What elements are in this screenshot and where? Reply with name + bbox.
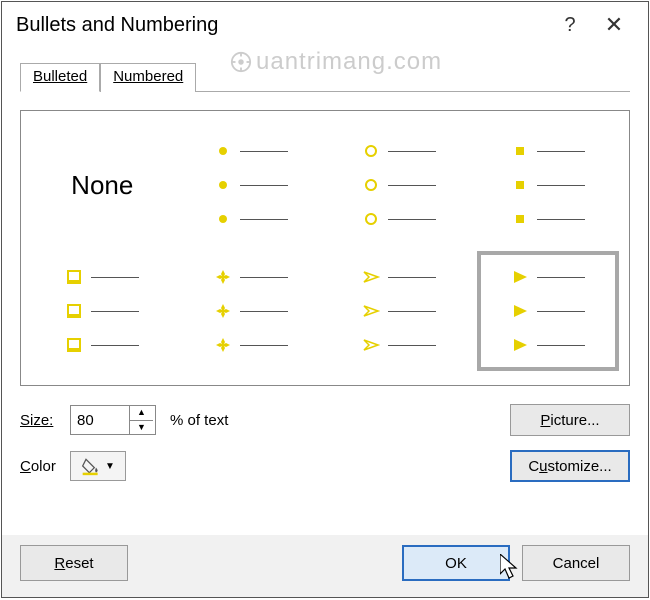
hollow-square-icon xyxy=(65,302,83,320)
size-down[interactable]: ▼ xyxy=(130,421,153,435)
circle-icon xyxy=(362,142,380,160)
bullet-option-square[interactable] xyxy=(477,125,620,245)
circle-icon xyxy=(362,210,380,228)
pct-label: % of text xyxy=(160,412,280,429)
dot-icon xyxy=(214,210,232,228)
controls-area: Size: ▲ ▼ % of text Picture... Color ▼ xyxy=(20,404,630,482)
bullet-gallery: None xyxy=(20,110,630,386)
size-label: Size: xyxy=(20,412,70,429)
help-button[interactable]: ? xyxy=(548,14,592,37)
diamond4-icon xyxy=(214,302,232,320)
chevron-down-icon: ▼ xyxy=(105,461,115,472)
dialog-title: Bullets and Numbering xyxy=(16,14,548,37)
size-up[interactable]: ▲ xyxy=(130,406,153,421)
bullet-option-hollow-square[interactable] xyxy=(31,251,174,371)
bullet-option-circle[interactable] xyxy=(328,125,471,245)
arrowhead-icon xyxy=(362,302,380,320)
customize-button[interactable]: Customize... xyxy=(510,450,630,482)
tab-bulleted[interactable]: Bulleted xyxy=(20,63,100,92)
bullet-option-diamond4[interactable] xyxy=(180,251,323,371)
arrowhead-icon xyxy=(362,268,380,286)
triangle-icon xyxy=(511,268,529,286)
reset-button[interactable]: Reset xyxy=(20,545,128,581)
ok-button[interactable]: OK xyxy=(402,545,510,581)
dialog-body: Bulleted Numbered None xyxy=(2,48,648,535)
tab-numbered[interactable]: Numbered xyxy=(100,63,196,92)
color-picker[interactable]: ▼ xyxy=(70,451,126,481)
triangle-icon xyxy=(511,336,529,354)
hollow-square-icon xyxy=(65,268,83,286)
none-label: None xyxy=(71,170,133,201)
dot-icon xyxy=(214,176,232,194)
tab-strip: Bulleted Numbered xyxy=(20,62,630,92)
size-input[interactable] xyxy=(71,406,129,434)
bullet-option-dot[interactable] xyxy=(180,125,323,245)
tab-numbered-label: Numbered xyxy=(113,68,183,85)
bullet-option-none[interactable]: None xyxy=(31,125,174,245)
dialog-window: Bullets and Numbering ? ✕ uantrimang.com… xyxy=(1,1,649,598)
hollow-square-icon xyxy=(65,336,83,354)
square-icon xyxy=(511,142,529,160)
picture-button[interactable]: Picture... xyxy=(510,404,630,436)
bullet-option-triangle[interactable] xyxy=(477,251,620,371)
dialog-footer: Reset OK Cancel xyxy=(2,535,648,597)
color-label: Color xyxy=(20,458,70,475)
square-icon xyxy=(511,210,529,228)
paint-bucket-icon xyxy=(81,456,101,476)
dot-icon xyxy=(214,142,232,160)
triangle-icon xyxy=(511,302,529,320)
square-icon xyxy=(511,176,529,194)
diamond4-icon xyxy=(214,268,232,286)
titlebar: Bullets and Numbering ? ✕ xyxy=(2,2,648,48)
tab-bulleted-label: Bulleted xyxy=(33,68,87,85)
size-spinbox[interactable]: ▲ ▼ xyxy=(70,405,156,435)
circle-icon xyxy=(362,176,380,194)
diamond4-icon xyxy=(214,336,232,354)
cancel-button[interactable]: Cancel xyxy=(522,545,630,581)
arrowhead-icon xyxy=(362,336,380,354)
bullet-option-arrowhead[interactable] xyxy=(328,251,471,371)
close-button[interactable]: ✕ xyxy=(592,12,636,38)
